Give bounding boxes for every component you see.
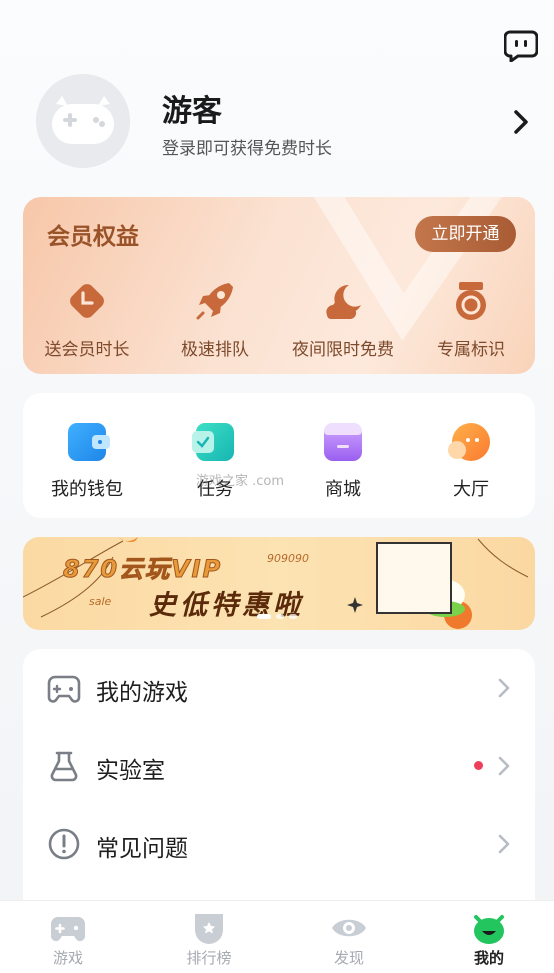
- chevron-right-icon: [498, 834, 510, 854]
- vip-benefit-queue[interactable]: 极速排队: [151, 279, 279, 360]
- menu-item-label: 我的游戏: [96, 680, 188, 706]
- tool-task[interactable]: 任务: [151, 423, 279, 501]
- menu-item-label: 常见问题: [96, 836, 188, 862]
- tab-mine[interactable]: 我的: [439, 911, 539, 968]
- tab-label: 排行榜: [186, 949, 232, 967]
- chevron-right-icon: [498, 756, 510, 776]
- quick-tools-card: 我的钱包 任务 商城 大厅: [23, 393, 535, 518]
- chat-hall-icon: [448, 423, 490, 461]
- vip-benefits-card: 会员权益 立即开通 送会员时长 极速排队 夜间限时免费 专属标识: [23, 197, 535, 374]
- tool-hall[interactable]: 大厅: [407, 423, 535, 501]
- eye-icon: [332, 919, 366, 937]
- rocket-icon: [196, 283, 233, 320]
- task-check-icon: [192, 423, 234, 461]
- chevron-right-icon[interactable]: [510, 108, 532, 136]
- tool-label: 商城: [325, 479, 361, 500]
- moon-cloud-icon: [326, 284, 361, 319]
- open-vip-button[interactable]: 立即开通: [415, 216, 516, 252]
- tool-shop[interactable]: 商城: [279, 423, 407, 501]
- menu-item-faq[interactable]: 常见问题: [23, 805, 535, 883]
- medal-icon: [456, 282, 486, 320]
- gamepad-icon: [47, 675, 81, 703]
- menu-item-my-games[interactable]: 我的游戏: [23, 649, 535, 727]
- chevron-right-icon: [498, 678, 510, 698]
- vip-benefit-night[interactable]: 夜间限时免费: [279, 279, 407, 360]
- banner-pager-dots: [257, 614, 297, 619]
- vip-benefit-label: 送会员时长: [44, 340, 130, 360]
- banner-number: 909090: [267, 552, 309, 565]
- new-indicator-dot: [474, 761, 483, 770]
- tab-games[interactable]: 游戏: [18, 911, 118, 968]
- pager-dot: [276, 614, 284, 619]
- login-hint[interactable]: 登录即可获得免费时长: [162, 134, 332, 159]
- tab-label: 游戏: [52, 949, 83, 967]
- watermark: 游戏之家 .com: [196, 474, 285, 489]
- flask-icon: [50, 751, 78, 782]
- tab-discover[interactable]: 发现: [299, 911, 399, 968]
- tool-wallet[interactable]: 我的钱包: [23, 423, 151, 501]
- banner-illustration-frame: [376, 542, 452, 614]
- shop-icon: [324, 423, 362, 461]
- menu-item-lab[interactable]: 实验室: [23, 727, 535, 805]
- vip-promo-banner[interactable]: 870云玩VIP 909090 sale 史低特惠啦: [23, 537, 535, 630]
- menu-list: 我的游戏 实验室 常见问题: [23, 649, 535, 919]
- vip-title: 会员权益: [47, 224, 139, 250]
- mascot-tab-icon: [474, 915, 504, 944]
- gamepad-robot-avatar-icon: [36, 74, 130, 168]
- tab-label: 我的: [473, 949, 504, 967]
- banner-title: 870云玩VIP: [62, 555, 223, 584]
- avatar[interactable]: [36, 74, 130, 168]
- banner-sale-text: sale: [89, 595, 112, 608]
- vip-benefit-label: 专属标识: [437, 340, 505, 360]
- exclamation-circle-icon: [48, 828, 80, 860]
- username[interactable]: 游客: [162, 86, 222, 130]
- vip-benefit-time[interactable]: 送会员时长: [23, 279, 151, 360]
- clock-diamond-icon: [70, 284, 104, 318]
- vip-benefit-label: 极速排队: [181, 340, 249, 360]
- pager-dot: [289, 614, 297, 619]
- tool-label: 我的钱包: [51, 479, 123, 500]
- ranking-shield-icon: [195, 914, 223, 944]
- menu-item-label: 实验室: [96, 758, 165, 784]
- tool-label: 大厅: [453, 479, 489, 500]
- bottom-navigation: 游戏 排行榜 发现 我的: [0, 900, 554, 973]
- vip-benefit-badge[interactable]: 专属标识: [407, 279, 535, 360]
- tab-ranking[interactable]: 排行榜: [159, 911, 259, 968]
- chat-bubble-icon[interactable]: [504, 30, 538, 62]
- tab-label: 发现: [333, 949, 364, 967]
- wallet-icon: [68, 423, 110, 461]
- pager-dot-active: [257, 614, 271, 619]
- vip-benefit-label: 夜间限时免费: [292, 340, 394, 360]
- gamepad-tab-icon: [51, 917, 85, 941]
